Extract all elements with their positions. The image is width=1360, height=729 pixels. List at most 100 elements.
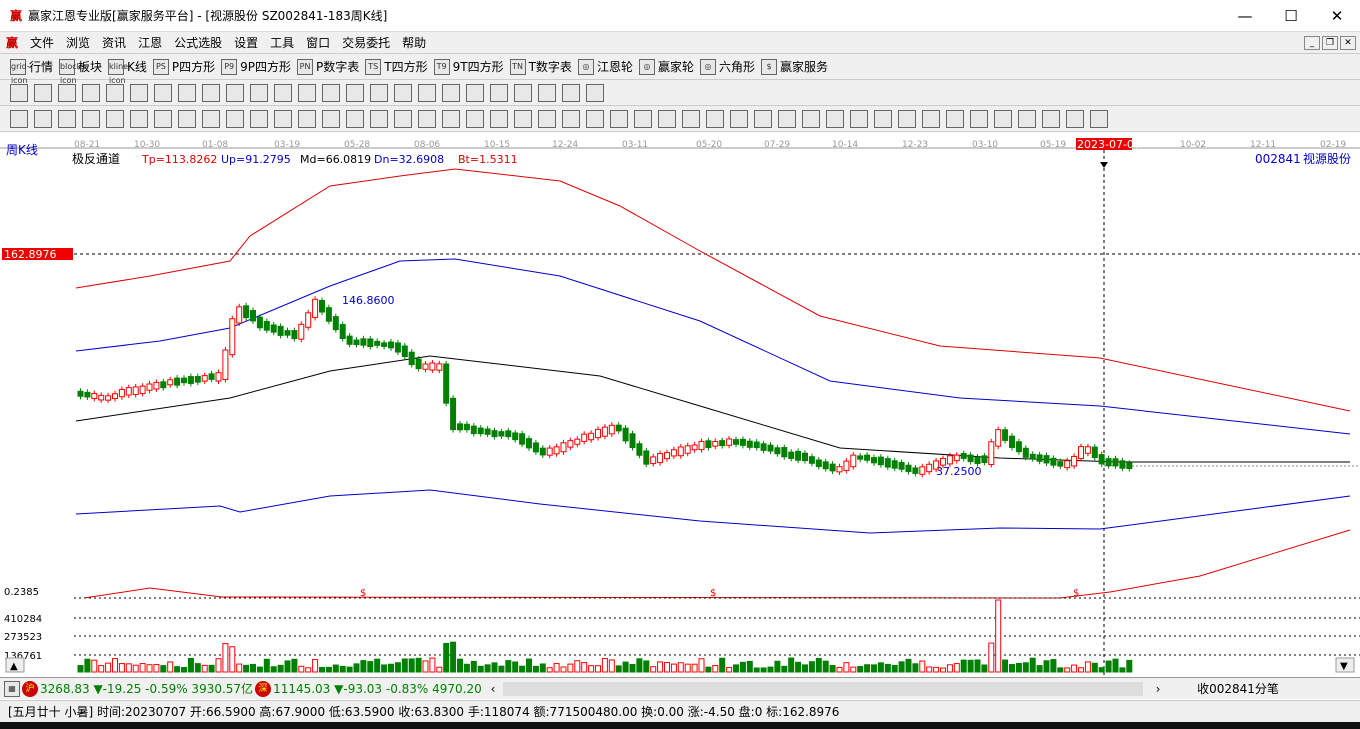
tool-icon[interactable]	[418, 109, 436, 128]
tool-icon[interactable]	[274, 83, 292, 102]
tool-icon[interactable]	[250, 109, 268, 128]
tool-icon[interactable]	[442, 109, 460, 128]
tool-icon[interactable]	[202, 109, 220, 128]
tool-icon[interactable]	[586, 109, 604, 128]
tool-icon[interactable]	[298, 109, 316, 128]
tool-icon[interactable]	[106, 109, 124, 128]
tool-icon[interactable]	[178, 109, 196, 128]
tool-icon[interactable]	[514, 83, 532, 102]
tool-icon[interactable]	[58, 83, 76, 102]
tool-icon[interactable]	[154, 83, 172, 102]
tool-icon[interactable]	[82, 83, 100, 102]
tool-icon[interactable]	[538, 109, 556, 128]
tool-icon[interactable]	[946, 109, 964, 128]
tool-icon[interactable]	[706, 109, 724, 128]
menu-item[interactable]: 工具	[264, 34, 300, 51]
tool-icon[interactable]	[82, 109, 100, 128]
tool-icon[interactable]	[586, 83, 604, 102]
tool-icon[interactable]	[562, 109, 580, 128]
tool-icon[interactable]	[994, 109, 1012, 128]
tool-icon[interactable]	[322, 83, 340, 102]
tool-icon[interactable]	[730, 109, 748, 128]
tool-icon[interactable]	[1018, 109, 1036, 128]
tool-icon[interactable]	[34, 109, 52, 128]
close-button[interactable]: ✕	[1314, 0, 1360, 32]
toolbar-button[interactable]: ◎ 江恩轮	[577, 58, 633, 75]
tool-icon[interactable]	[970, 109, 988, 128]
tool-icon[interactable]	[130, 83, 148, 102]
menu-item[interactable]: 公式选股	[168, 34, 228, 51]
menu-item[interactable]: 窗口	[300, 34, 336, 51]
menu-item[interactable]: 江恩	[132, 34, 168, 51]
tool-icon[interactable]	[10, 109, 28, 128]
tool-icon[interactable]	[682, 109, 700, 128]
tool-icon[interactable]	[466, 109, 484, 128]
menu-item[interactable]: 设置	[228, 34, 264, 51]
tool-icon[interactable]	[34, 83, 52, 102]
tool-icon[interactable]	[418, 83, 436, 102]
tool-icon[interactable]	[346, 109, 364, 128]
tool-icon[interactable]	[922, 109, 940, 128]
tool-icon[interactable]	[802, 109, 820, 128]
tool-icon[interactable]	[850, 109, 868, 128]
tool-icon[interactable]	[874, 109, 892, 128]
tool-icon[interactable]	[154, 109, 172, 128]
tool-icon[interactable]	[490, 83, 508, 102]
tool-icon[interactable]	[826, 109, 844, 128]
tool-icon[interactable]	[370, 83, 388, 102]
menu-item[interactable]: 文件	[24, 34, 60, 51]
tool-icon[interactable]	[610, 109, 628, 128]
toolbar-button[interactable]: blocks-icon 板块	[59, 58, 102, 85]
tool-icon[interactable]	[202, 83, 220, 102]
tool-icon[interactable]	[442, 83, 460, 102]
tool-icon[interactable]	[274, 109, 292, 128]
toolbar-button[interactable]: TN T数字表	[509, 58, 572, 75]
tick-detail-link[interactable]: 收002841分笔	[1197, 680, 1279, 697]
menu-item[interactable]: 浏览	[60, 34, 96, 51]
tool-icon[interactable]	[1090, 109, 1108, 128]
tool-icon[interactable]	[250, 83, 268, 102]
grid-icon[interactable]: ▦	[4, 680, 20, 697]
toolbar-button[interactable]: P9 9P四方形	[221, 58, 291, 75]
tool-icon[interactable]	[226, 83, 244, 102]
tool-icon[interactable]	[106, 83, 124, 102]
scroll-left-icon[interactable]: ‹	[483, 682, 503, 696]
toolbar-button[interactable]: TS T四方形	[365, 58, 428, 75]
menu-item[interactable]: 帮助	[396, 34, 432, 51]
tool-icon[interactable]	[298, 83, 316, 102]
horizontal-scrollbar[interactable]	[503, 681, 1144, 696]
menu-item[interactable]: 资讯	[96, 34, 132, 51]
tool-icon[interactable]	[394, 109, 412, 128]
toolbar-button[interactable]: $ 赢家服务	[760, 58, 828, 75]
tool-icon[interactable]	[394, 83, 412, 102]
tool-icon[interactable]	[322, 109, 340, 128]
tool-icon[interactable]	[130, 109, 148, 128]
tool-icon[interactable]	[178, 83, 196, 102]
toolbar-button[interactable]: kline-icon K线	[108, 58, 147, 85]
tool-icon[interactable]	[226, 109, 244, 128]
tool-icon[interactable]	[634, 109, 652, 128]
tool-icon[interactable]	[754, 109, 772, 128]
tool-icon[interactable]	[10, 83, 28, 102]
tool-icon[interactable]	[658, 109, 676, 128]
kline-chart[interactable]: 周K线 08-21 10-30 01-08 03-19 05-28 08-06 10-15 1…	[0, 136, 1360, 676]
tool-icon[interactable]	[778, 109, 796, 128]
tool-icon[interactable]	[538, 83, 556, 102]
mdi-restore-button[interactable]: ❐	[1322, 35, 1338, 50]
toolbar-button[interactable]: ◎ 六角形	[699, 58, 755, 75]
tool-icon[interactable]	[490, 109, 508, 128]
tool-icon[interactable]	[514, 109, 532, 128]
scroll-right-icon[interactable]: ›	[1143, 682, 1173, 696]
tool-icon[interactable]	[1066, 109, 1084, 128]
toolbar-button[interactable]: ◎ 赢家轮	[638, 58, 694, 75]
toolbar-button[interactable]: grid-icon 行情	[10, 58, 53, 85]
minimize-button[interactable]: —	[1222, 0, 1268, 32]
tool-icon[interactable]	[562, 83, 580, 102]
tool-icon[interactable]	[898, 109, 916, 128]
mdi-minimize-button[interactable]: _	[1304, 35, 1320, 50]
toolbar-button[interactable]: PN P数字表	[297, 58, 359, 75]
toolbar-button[interactable]: PS P四方形	[152, 58, 215, 75]
tool-icon[interactable]	[370, 109, 388, 128]
tool-icon[interactable]	[58, 109, 76, 128]
mdi-close-button[interactable]: ✕	[1340, 35, 1356, 50]
